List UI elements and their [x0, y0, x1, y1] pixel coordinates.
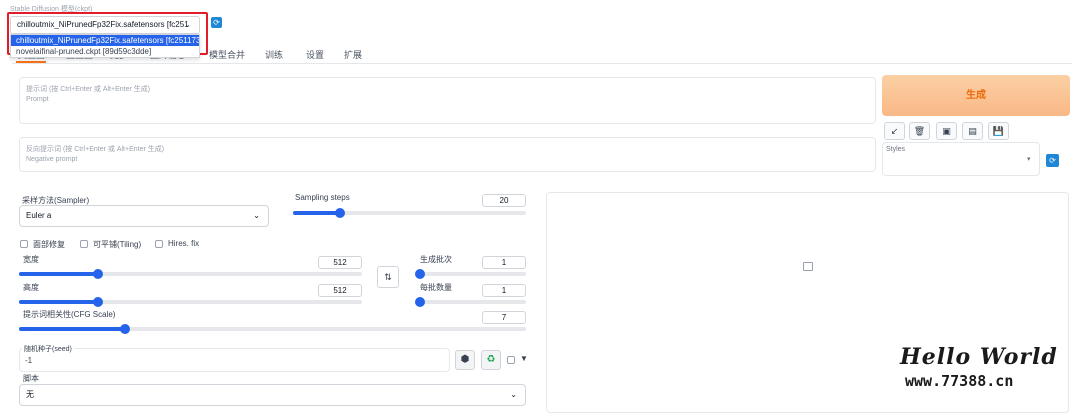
face-restore-label: 面部修复: [33, 240, 65, 249]
negative-prompt-input[interactable]: 反向提示词 (按 Ctrl+Enter 或 Alt+Enter 生成) Nega…: [19, 137, 876, 172]
hires-fix-checkbox[interactable]: [155, 240, 163, 248]
chevron-down-icon: ⌄: [510, 390, 517, 399]
cfg-input[interactable]: 7: [482, 311, 526, 324]
batch-count-slider[interactable]: [415, 269, 526, 279]
sampling-steps-slider[interactable]: [293, 208, 526, 218]
cfg-label: 提示词相关性(CFG Scale): [23, 310, 116, 319]
negative-prompt-label: 反向提示词 (按 Ctrl+Enter 或 Alt+Enter 生成): [26, 146, 165, 153]
batch-size-input[interactable]: 1: [482, 284, 526, 297]
slider-knob[interactable]: [120, 324, 131, 334]
tiling-checkbox[interactable]: [80, 240, 88, 248]
model-option-novelai[interactable]: novelaifinal-pruned.ckpt [89d59c3dde]: [11, 46, 199, 57]
seed-value: -1: [25, 356, 33, 365]
styles-select[interactable]: [882, 142, 1040, 176]
slider-knob[interactable]: [415, 269, 425, 279]
width-label: 宽度: [23, 255, 39, 264]
seed-input[interactable]: [19, 348, 450, 372]
recycle-icon[interactable]: ♻: [481, 350, 501, 370]
sampler-value: Euler a: [26, 211, 52, 220]
hires-fix-label: Hires. fix: [168, 239, 200, 248]
face-restore-checkbox[interactable]: [20, 240, 28, 248]
prompt-input[interactable]: 提示词 (按 Ctrl+Enter 或 Alt+Enter 生成) Prompt: [19, 77, 876, 124]
model-current-value: chilloutmix_NiPrunedFp32Fix.safetensors …: [17, 20, 189, 29]
prompt-placeholder: Prompt: [26, 96, 49, 103]
model-option-chilloutmix[interactable]: chilloutmix_NiPrunedFp32Fix.safetensors …: [11, 35, 199, 46]
batch-size-slider[interactable]: [415, 297, 526, 307]
batch-size-label: 每批数量: [420, 283, 452, 292]
watermark-title: Hello World: [900, 344, 1058, 370]
slider-knob[interactable]: [334, 208, 345, 218]
watermark-url: www.77388.cn: [905, 372, 1014, 390]
script-value: 无: [26, 390, 34, 399]
model-select[interactable]: chilloutmix_NiPrunedFp32Fix.safetensors …: [10, 16, 200, 34]
height-input[interactable]: 512: [318, 284, 362, 297]
chevron-down-icon: ⌄: [253, 211, 260, 220]
chevron-down-icon: ⌄: [184, 20, 191, 29]
cfg-slider[interactable]: [19, 324, 526, 334]
save-icon[interactable]: 💾: [988, 122, 1009, 140]
script-label: 脚本: [23, 374, 39, 383]
card-icon[interactable]: ▣: [936, 122, 957, 140]
batch-count-label: 生成批次: [420, 255, 452, 264]
refresh-icon[interactable]: ⟳: [1046, 154, 1059, 167]
tab-divider: [12, 63, 1072, 64]
trash-icon[interactable]: 🗑: [909, 122, 930, 140]
arrow-icon[interactable]: ↙: [884, 122, 905, 140]
sampler-select[interactable]: Euler a ⌄: [19, 205, 269, 227]
tab-checkpoint-merger[interactable]: 模型合并: [209, 48, 245, 61]
generate-button[interactable]: 生成: [882, 75, 1070, 116]
sampling-steps-label: Sampling steps: [295, 193, 350, 202]
tab-settings[interactable]: 设置: [306, 48, 324, 61]
slider-knob[interactable]: [415, 297, 425, 307]
triangle-down-icon[interactable]: ▼: [520, 354, 528, 363]
refresh-icon[interactable]: ⟳: [211, 17, 222, 28]
width-input[interactable]: 512: [318, 256, 362, 269]
negative-prompt-placeholder: Negative prompt: [26, 156, 78, 163]
batch-count-input[interactable]: 1: [482, 256, 526, 269]
model-dropdown: chilloutmix_NiPrunedFp32Fix.safetensors …: [10, 34, 200, 58]
tab-extensions[interactable]: 扩展: [344, 48, 362, 61]
seed-label: 随机种子(seed): [22, 344, 74, 354]
prompt-label: 提示词 (按 Ctrl+Enter 或 Alt+Enter 生成): [26, 86, 151, 93]
tab-train[interactable]: 训练: [265, 48, 283, 61]
styles-label: Styles: [886, 146, 906, 153]
script-select[interactable]: 无 ⌄: [19, 384, 526, 406]
chevron-down-icon: ▾: [1027, 156, 1031, 163]
height-label: 高度: [23, 283, 39, 292]
active-tab-indicator: [16, 61, 46, 63]
swap-dimensions-button[interactable]: ⇅: [377, 266, 399, 288]
sampling-steps-input[interactable]: 20: [482, 194, 526, 207]
slider-knob[interactable]: [92, 297, 103, 307]
slider-knob[interactable]: [92, 269, 103, 279]
image-icon: [803, 262, 813, 271]
clipboard-icon[interactable]: ▤: [962, 122, 983, 140]
height-slider[interactable]: [19, 297, 362, 307]
tiling-label: 可平铺(Tiling): [93, 240, 142, 249]
model-label: Stable Diffusion 模型(ckpt): [10, 6, 93, 13]
width-slider[interactable]: [19, 269, 362, 279]
dice-icon[interactable]: ⬢: [455, 350, 475, 370]
extra-seed-checkbox[interactable]: [507, 356, 515, 364]
